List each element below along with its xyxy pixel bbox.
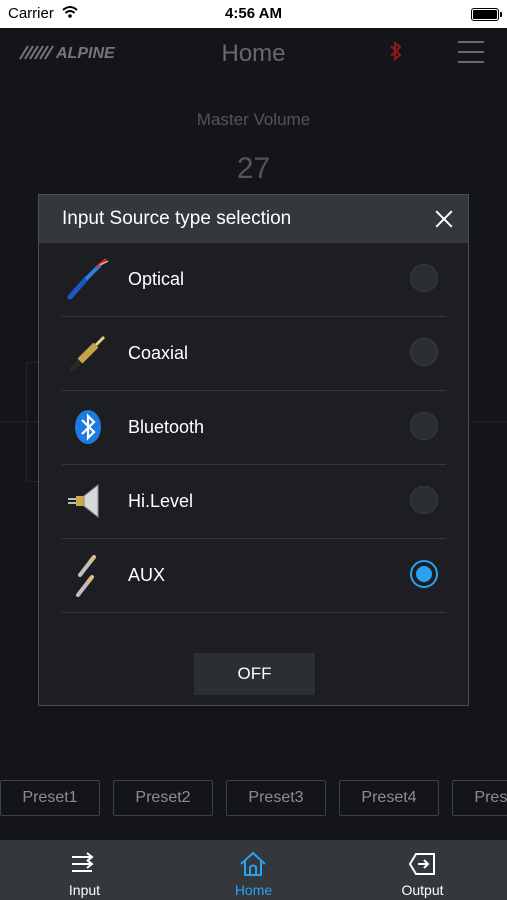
source-label-optical: Optical: [128, 269, 185, 289]
input-source-dialog: Input Source type selection Optical Coax…: [38, 194, 469, 706]
tab-home[interactable]: Home: [169, 840, 338, 900]
tab-output[interactable]: Output: [338, 840, 507, 900]
source-option-hi-level[interactable]: Hi.Level: [62, 465, 446, 539]
dialog-title: Input Source type selection: [62, 208, 292, 229]
radio-hi-level[interactable]: [410, 486, 438, 514]
bluetooth-icon: [66, 405, 110, 449]
optical-cable-icon: [66, 257, 110, 301]
preset-2-button[interactable]: Preset2: [113, 780, 213, 816]
source-list: Optical Coaxial Bluetooth Hi.Level AUX: [62, 243, 446, 613]
preset-row: Preset1 Preset2 Preset3 Preset4 Preset5: [0, 780, 507, 816]
preset-4-button[interactable]: Preset4: [339, 780, 439, 816]
source-label-coaxial: Coaxial: [128, 343, 189, 363]
tab-bar: Input Home Output: [0, 840, 507, 900]
clock: 4:56 AM: [225, 5, 282, 22]
source-label-hi-level: Hi.Level: [128, 491, 194, 511]
output-icon: [408, 853, 435, 875]
preset-1-button[interactable]: Preset1: [0, 780, 100, 816]
status-bar: Carrier 4:56 AM: [0, 0, 507, 28]
coaxial-cable-icon: [66, 331, 110, 375]
source-option-aux[interactable]: AUX: [62, 539, 446, 613]
tab-output-label: Output: [401, 882, 444, 898]
off-button[interactable]: OFF: [194, 653, 315, 695]
aux-cable-icon: [66, 553, 110, 597]
input-icon: [72, 852, 94, 872]
preset-3-button[interactable]: Preset3: [226, 780, 326, 816]
home-icon: [240, 851, 266, 876]
source-option-optical[interactable]: Optical: [62, 243, 446, 317]
close-icon[interactable]: [432, 207, 456, 231]
radio-optical[interactable]: [410, 264, 438, 292]
radio-bluetooth[interactable]: [410, 412, 438, 440]
source-label-aux: AUX: [128, 565, 166, 585]
radio-aux[interactable]: [410, 560, 438, 588]
radio-coaxial[interactable]: [410, 338, 438, 366]
speaker-icon: [66, 479, 110, 523]
source-label-bluetooth: Bluetooth: [128, 417, 205, 437]
dialog-header: Input Source type selection: [39, 195, 468, 243]
preset-5-button[interactable]: Preset5: [452, 780, 507, 816]
source-option-coaxial[interactable]: Coaxial: [62, 317, 446, 391]
source-option-bluetooth[interactable]: Bluetooth: [62, 391, 446, 465]
tab-home-label: Home: [234, 882, 273, 898]
battery-icon: [471, 8, 502, 21]
tab-input[interactable]: Input: [0, 840, 169, 900]
tab-input-label: Input: [68, 882, 101, 898]
